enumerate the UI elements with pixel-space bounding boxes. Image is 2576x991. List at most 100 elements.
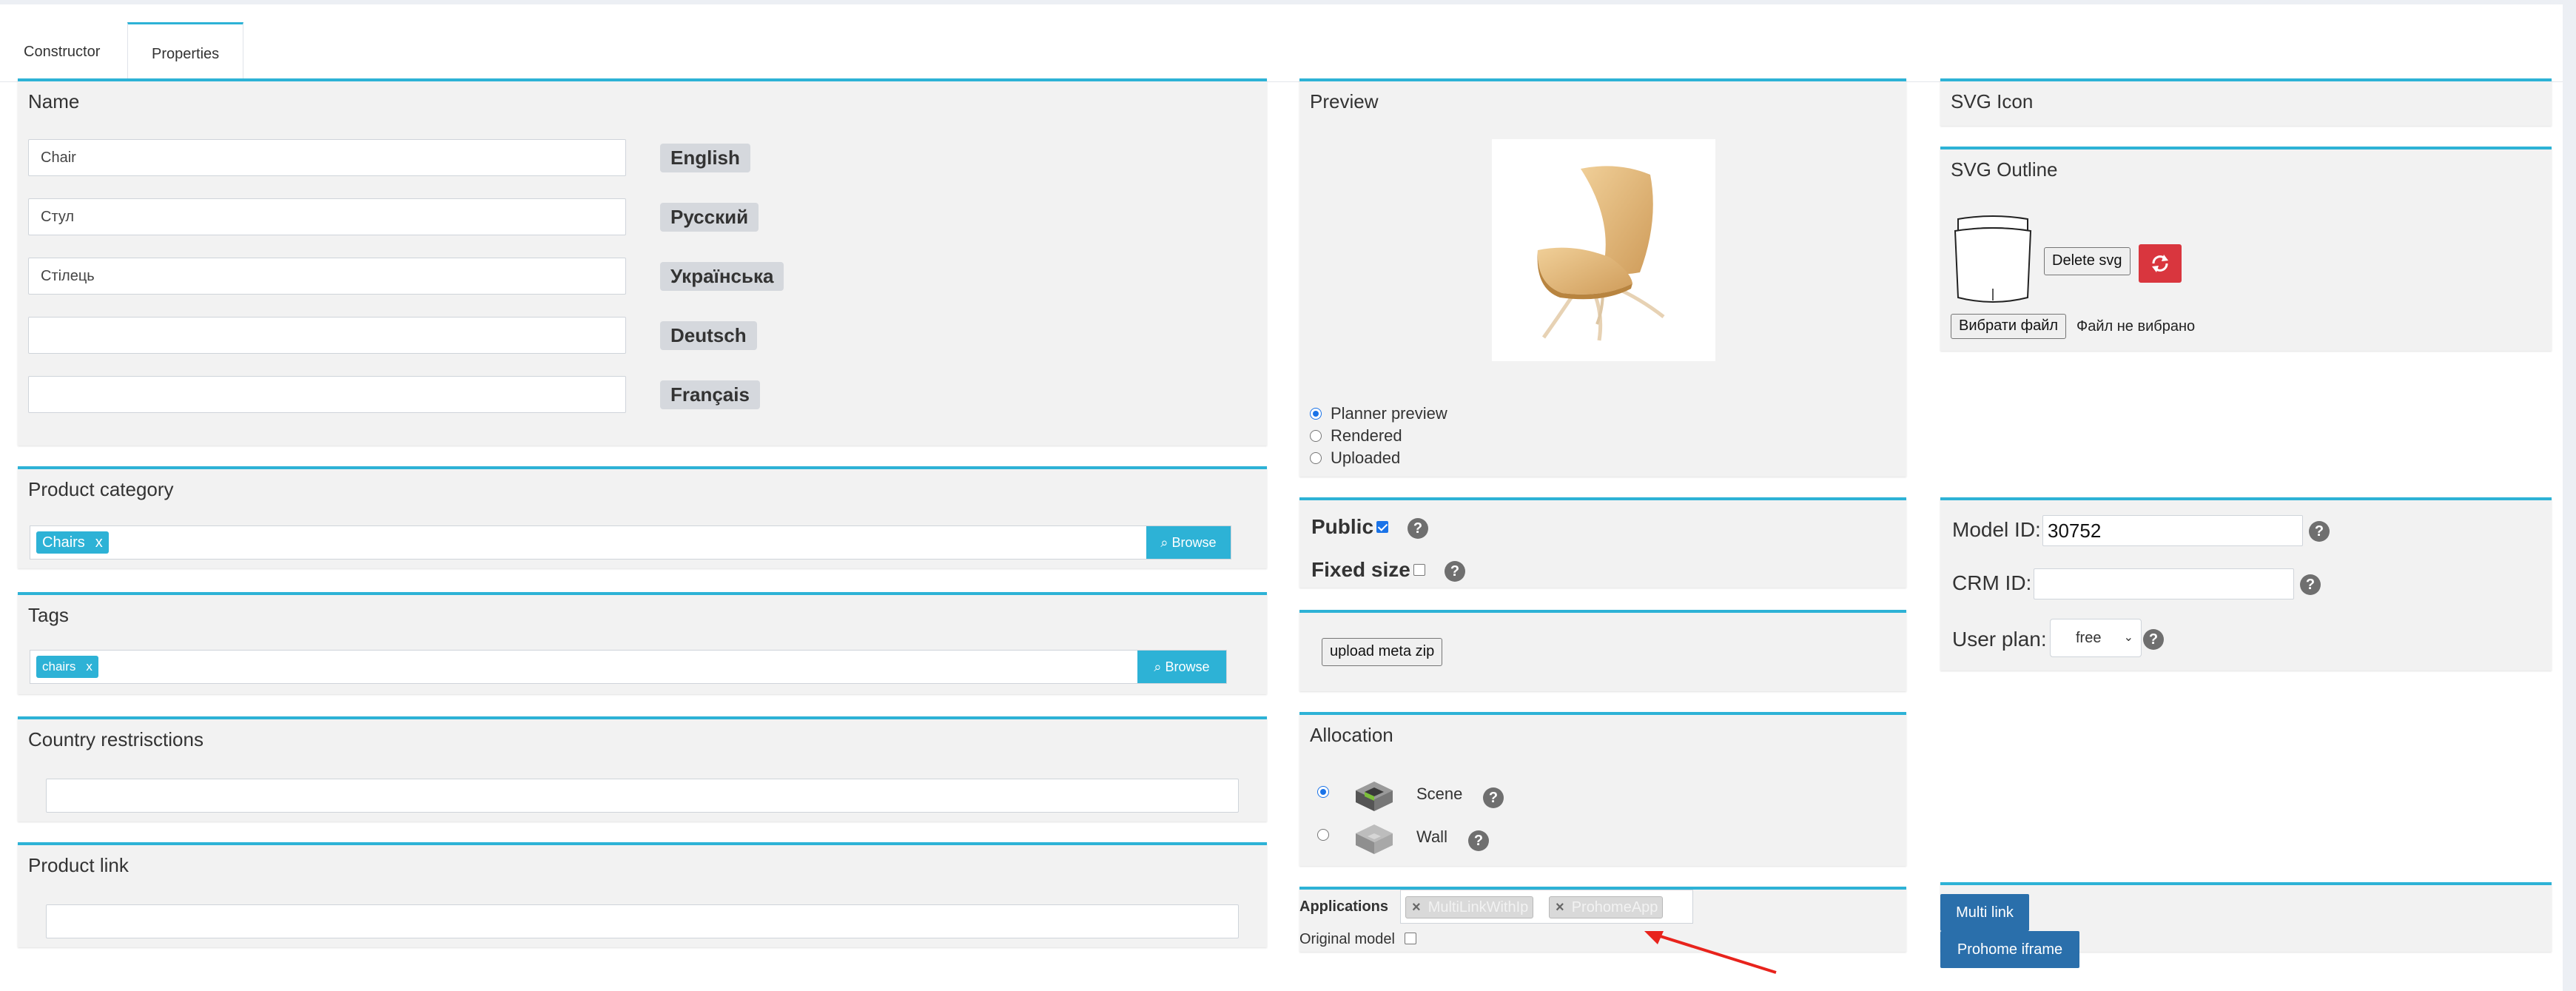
tab-properties-label: Properties xyxy=(152,46,220,62)
applications-panel: Applications × MultiLinkWithIp × ProhomeAp… xyxy=(1299,887,1906,952)
country-restrictions-panel: Country restrisctions xyxy=(18,716,1267,822)
name-panel-title: Name xyxy=(28,90,80,112)
preview-option-rendered[interactable]: Rendered xyxy=(1310,426,1402,446)
svg-outline-title: SVG Outline xyxy=(1951,158,2058,181)
search-icon: ⌕ xyxy=(1154,659,1162,674)
fixed-size-help-icon[interactable]: ? xyxy=(1445,561,1465,582)
delete-svg-button[interactable]: Delete svg xyxy=(2044,247,2131,275)
upload-panel: upload meta zip xyxy=(1299,610,1906,691)
scene-label: Scene xyxy=(1416,785,1463,803)
scene-cube-icon xyxy=(1350,777,1399,816)
name-input-german[interactable] xyxy=(28,317,626,354)
app-chip-multilinkwithip-label: MultiLinkWithIp xyxy=(1427,899,1529,916)
user-plan-value: free xyxy=(2076,630,2102,646)
crm-id-help-icon[interactable]: ? xyxy=(2300,574,2321,595)
app-chip-remove-icon[interactable]: × xyxy=(1556,899,1564,916)
country-restrictions-input[interactable] xyxy=(46,779,1239,813)
product-category-input[interactable]: Chairs x ⌕ Browse xyxy=(30,525,1231,560)
tags-browse-button[interactable]: ⌕ Browse xyxy=(1137,651,1226,683)
scene-help-icon[interactable]: ? xyxy=(1483,787,1504,808)
chair-outline-icon xyxy=(1954,215,2032,303)
tags-browse-label: Browse xyxy=(1165,659,1210,674)
tag-chip-label: chairs xyxy=(42,659,76,673)
public-help-icon[interactable]: ? xyxy=(1408,518,1428,539)
original-model-checkbox[interactable] xyxy=(1405,933,1416,944)
category-chip-label: Chairs xyxy=(42,534,85,551)
wall-help-icon[interactable]: ? xyxy=(1468,830,1489,851)
name-input-english[interactable] xyxy=(28,139,626,176)
app-chip-multilinkwithip[interactable]: × MultiLinkWithIp xyxy=(1405,896,1534,918)
model-id-input[interactable] xyxy=(2042,515,2303,546)
category-browse-button[interactable]: ⌕ Browse xyxy=(1146,526,1231,559)
scene-radio[interactable] xyxy=(1317,786,1329,798)
model-id-label: Model ID: xyxy=(1952,518,2041,541)
wall-cube-icon xyxy=(1350,820,1399,859)
tab-properties[interactable]: Properties xyxy=(127,22,244,81)
lang-badge-russian: Русский xyxy=(660,203,759,232)
fixed-size-label: Fixed size xyxy=(1311,558,1410,581)
product-link-panel: Product link xyxy=(18,842,1267,947)
name-panel: Name English Русский Українська Deutsch … xyxy=(18,78,1267,446)
tags-title: Tags xyxy=(28,604,69,626)
svg-outline-panel: SVG Outline Delete svg Вибрати файл Файл… xyxy=(1940,147,2552,351)
allocation-option-wall[interactable] xyxy=(1317,829,1338,841)
product-link-input[interactable] xyxy=(46,904,1239,938)
svg-icon-title: SVG Icon xyxy=(1951,90,2034,112)
choose-file-button[interactable]: Вибрати файл xyxy=(1951,314,2067,339)
preview-option-uploaded[interactable]: Uploaded xyxy=(1310,449,1400,468)
public-checkbox[interactable] xyxy=(1376,521,1388,533)
preview-title: Preview xyxy=(1310,90,1379,112)
rendered-radio[interactable] xyxy=(1310,430,1322,442)
rendered-label: Rendered xyxy=(1331,426,1402,445)
app-chip-remove-icon[interactable]: × xyxy=(1412,899,1421,916)
app-chip-prohomeapp[interactable]: × ProhomeApp xyxy=(1549,896,1664,918)
applications-label: Applications xyxy=(1299,898,1389,915)
chevron-down-icon: ⌄ xyxy=(2123,631,2133,644)
wall-radio[interactable] xyxy=(1317,829,1329,841)
planner-preview-label: Planner preview xyxy=(1331,404,1447,423)
tags-input[interactable]: chairs x ⌕ Browse xyxy=(30,650,1227,684)
allocation-option-scene[interactable] xyxy=(1317,786,1338,798)
category-chip-remove[interactable]: x xyxy=(95,534,103,551)
ids-panel: Model ID: ? CRM ID: ? User plan: free ⌄ … xyxy=(1940,497,2552,671)
category-chip[interactable]: Chairs x xyxy=(36,531,109,554)
visibility-panel: Public ? Fixed size ? xyxy=(1299,497,1906,588)
lang-badge-german: Deutsch xyxy=(660,321,757,350)
country-restrictions-title: Country restrisctions xyxy=(28,728,204,750)
tag-chip[interactable]: chairs x xyxy=(36,656,98,678)
lang-badge-ukrainian: Українська xyxy=(660,262,784,291)
preview-option-planner[interactable]: Planner preview xyxy=(1310,404,1447,423)
lang-badge-english: English xyxy=(660,144,750,172)
refresh-svg-button[interactable] xyxy=(2139,244,2182,283)
tab-constructor[interactable]: Constructor xyxy=(0,22,124,81)
multi-link-button[interactable]: Multi link xyxy=(1940,894,2029,931)
user-plan-label: User plan: xyxy=(1952,628,2047,651)
properties-page: Constructor Properties Name English Русс… xyxy=(0,4,2563,991)
product-category-panel: Product category Chairs x ⌕ Browse xyxy=(18,466,1267,568)
upload-meta-zip-button[interactable]: upload meta zip xyxy=(1322,638,1443,666)
name-input-french[interactable] xyxy=(28,376,626,413)
original-model-label: Original model xyxy=(1299,931,1395,947)
category-browse-label: Browse xyxy=(1171,535,1217,550)
uploaded-radio[interactable] xyxy=(1310,452,1322,464)
fixed-size-checkbox[interactable] xyxy=(1413,564,1425,576)
name-input-ukrainian[interactable] xyxy=(28,258,626,295)
lang-badge-french: Français xyxy=(660,380,760,409)
crm-id-input[interactable] xyxy=(2034,568,2294,599)
user-plan-select[interactable]: free ⌄ xyxy=(2050,619,2142,657)
name-input-russian[interactable] xyxy=(28,198,626,235)
applications-select[interactable]: × MultiLinkWithIp × ProhomeApp xyxy=(1400,890,1693,924)
tag-chip-remove[interactable]: x xyxy=(86,659,93,673)
svg-icon-panel: SVG Icon xyxy=(1940,78,2552,126)
allocation-panel: Allocation Scene ? Wall ? xyxy=(1299,712,1906,866)
app-chip-prohomeapp-label: ProhomeApp xyxy=(1571,899,1658,916)
tags-panel: Tags chairs x ⌕ Browse xyxy=(18,592,1267,694)
model-id-help-icon[interactable]: ? xyxy=(2309,521,2330,542)
wall-label: Wall xyxy=(1416,827,1447,846)
prohome-iframe-button[interactable]: Prohome iframe xyxy=(1940,931,2079,968)
refresh-icon xyxy=(2152,255,2168,272)
search-icon: ⌕ xyxy=(1160,535,1168,550)
planner-preview-radio[interactable] xyxy=(1310,408,1322,420)
user-plan-help-icon[interactable]: ? xyxy=(2143,629,2164,650)
preview-panel: Preview Planner preview Rendered Uploade… xyxy=(1299,78,1906,477)
